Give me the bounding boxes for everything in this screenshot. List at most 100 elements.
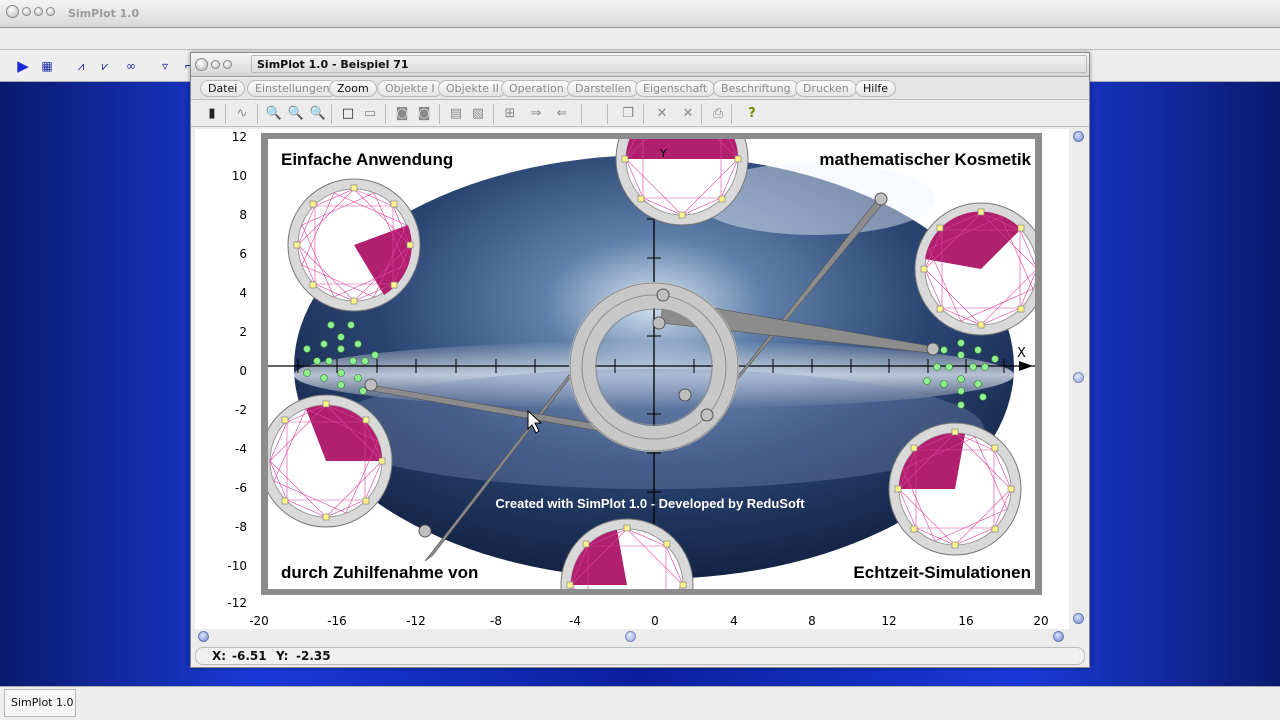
document-minimize-button[interactable] [211, 60, 220, 69]
caption-bottom-left: durch Zuhilfenahme von [281, 563, 478, 582]
copy-icon[interactable]: ❐ [619, 105, 637, 123]
calculator-icon[interactable]: ▦ [38, 58, 56, 74]
curve-icon[interactable]: ∿ [233, 105, 251, 123]
filter-icon[interactable]: ▿ [156, 58, 174, 74]
move-icon[interactable]: ⊞ [501, 105, 519, 123]
menu-operation[interactable]: Operation [501, 80, 572, 97]
grid-icon[interactable]: ▭ [361, 105, 379, 123]
arrow-left-icon[interactable]: ⇐ [553, 105, 571, 123]
plot-canvas[interactable]: 12 10 8 6 4 2 0 -2 -4 -6 -8 -10 -12 -20 … [195, 129, 1069, 629]
document-maximize-button[interactable] [223, 60, 232, 69]
rosette-top-right [914, 202, 1035, 336]
x-tick-label: 8 [808, 614, 816, 628]
export-icon[interactable]: ▧ [469, 105, 487, 123]
rosette-top-left [287, 178, 421, 312]
y-tick-label: -2 [235, 403, 247, 417]
document-window: SimPlot 1.0 - Beispiel 71 Datei Einstell… [190, 52, 1090, 668]
window-controls [6, 5, 55, 18]
scroll-left-button[interactable] [198, 631, 209, 642]
x-axis-labels: -20 -16 -12 -8 -4 0 4 8 12 16 20 [249, 614, 1048, 628]
y-tick-label: 10 [232, 169, 247, 183]
credit-text: Created with SimPlot 1.0 - Developed by … [495, 496, 805, 511]
vertical-scroll-thumb[interactable] [1073, 372, 1084, 383]
menu-eigenschaft[interactable]: Eigenschaft [635, 80, 716, 97]
zoom-icon[interactable]: 🔍 [287, 105, 305, 123]
scroll-up-button[interactable] [1073, 131, 1084, 142]
y-tick-label: 0 [239, 364, 247, 378]
y-tick-label: -6 [235, 481, 247, 495]
y-tick-label: -12 [227, 596, 247, 610]
document-menubar: Datei Einstellungen Zoom Objekte I Objek… [191, 78, 1089, 100]
caption-top-right: mathematischer Kosmetik [819, 150, 1031, 169]
maximize-button[interactable] [34, 7, 43, 16]
menu-darstellen[interactable]: Darstellen [567, 80, 640, 97]
menu-objekte-1[interactable]: Objekte I [377, 80, 443, 97]
graph-icon[interactable]: ⩗ [96, 58, 114, 74]
rectangle-icon[interactable]: □ [339, 105, 357, 123]
x-tick-label: -20 [249, 614, 269, 628]
print-icon[interactable]: ⎙ [709, 105, 727, 123]
vertical-scrollbar[interactable] [1071, 129, 1087, 629]
x-tick-label: -16 [327, 614, 347, 628]
delete-all-icon[interactable]: ✕ [679, 105, 697, 123]
coordinate-status: X: -6.51 Y: -2.35 [195, 647, 1085, 665]
document-title: SimPlot 1.0 - Beispiel 71 [257, 58, 409, 71]
frame-icon[interactable]: ◙ [393, 105, 411, 123]
menu-zoom[interactable]: Zoom [329, 80, 377, 97]
horizontal-scrollbar[interactable] [195, 629, 1069, 645]
x-tick-label: 0 [651, 614, 659, 628]
zoom-in-icon[interactable]: 🔍 [309, 105, 327, 123]
plot-area[interactable]: 12 10 8 6 4 2 0 -2 -4 -6 -8 -10 -12 -20 … [195, 129, 1069, 629]
line-graph-icon[interactable]: ⩘ [72, 58, 90, 74]
status-y-value: -2.35 [296, 649, 331, 663]
app-menubar [0, 28, 1280, 50]
y-tick-label: 8 [239, 208, 247, 222]
arrow-right-icon[interactable]: ⇒ [527, 105, 545, 123]
x-tick-label: 12 [881, 614, 896, 628]
status-y-label: Y: [276, 649, 289, 663]
play-icon[interactable]: ▶ [14, 58, 32, 74]
frame-alt-icon[interactable]: ◙ [415, 105, 433, 123]
zoom-out-icon[interactable]: 🔍 [265, 105, 283, 123]
taskbar-item-simplot[interactable]: SimPlot 1.0 [4, 689, 76, 717]
shade-button[interactable] [46, 7, 55, 16]
minimize-button[interactable] [22, 7, 31, 16]
menu-drucken[interactable]: Drucken [795, 80, 857, 97]
x-tick-label: 20 [1033, 614, 1048, 628]
y-tick-label: 4 [239, 286, 247, 300]
y-tick-label: -4 [235, 442, 247, 456]
y-tick-label: 12 [232, 130, 247, 144]
y-tick-label: -8 [235, 520, 247, 534]
delete-icon[interactable]: ✕ [653, 105, 671, 123]
y-axis-labels: 12 10 8 6 4 2 0 -2 -4 -6 -8 -10 -12 [227, 130, 247, 610]
scroll-right-button[interactable] [1053, 631, 1064, 642]
close-button[interactable] [6, 5, 19, 18]
x-tick-label: -8 [490, 614, 502, 628]
menu-einstellungen[interactable]: Einstellungen [247, 80, 338, 97]
horizontal-scroll-thumb[interactable] [625, 631, 636, 642]
function-icon[interactable]: ∞ [122, 58, 140, 74]
x-tick-label: -4 [569, 614, 581, 628]
table-icon[interactable]: ▤ [447, 105, 465, 123]
document-titlebar: SimPlot 1.0 - Beispiel 71 [191, 53, 1089, 77]
taskbar: SimPlot 1.0 [0, 686, 1280, 720]
menu-objekte-2[interactable]: Objekte II [438, 80, 507, 97]
scroll-down-button[interactable] [1073, 613, 1084, 624]
menu-hilfe[interactable]: Hilfe [855, 80, 897, 97]
x-tick-label: 4 [730, 614, 738, 628]
caption-top-left: Einfache Anwendung [281, 150, 453, 169]
mobile-icon[interactable]: ▮ [203, 105, 221, 123]
document-window-controls [195, 58, 232, 71]
menu-datei[interactable]: Datei [200, 80, 246, 97]
app-title: SimPlot 1.0 [68, 7, 140, 20]
help-icon[interactable]: ? [743, 105, 761, 123]
document-toolbar: ▮ ∿ 🔍 🔍 🔍 □ ▭ ◙ ◙ ▤ ▧ ⊞ ⇒ ⇐ ❐ ✕ ✕ ⎙ ? [191, 101, 1089, 127]
caption-bottom-right: Echtzeit-Simulationen [853, 563, 1031, 582]
status-x-label: X: [212, 649, 227, 663]
rosette-bottom-left [268, 394, 393, 528]
y-tick-label: -10 [227, 559, 247, 573]
menu-beschriftung[interactable]: Beschriftung [713, 80, 799, 97]
status-x-value: -6.51 [232, 649, 267, 663]
document-close-button[interactable] [195, 58, 208, 71]
app-titlebar: SimPlot 1.0 [0, 0, 1280, 28]
